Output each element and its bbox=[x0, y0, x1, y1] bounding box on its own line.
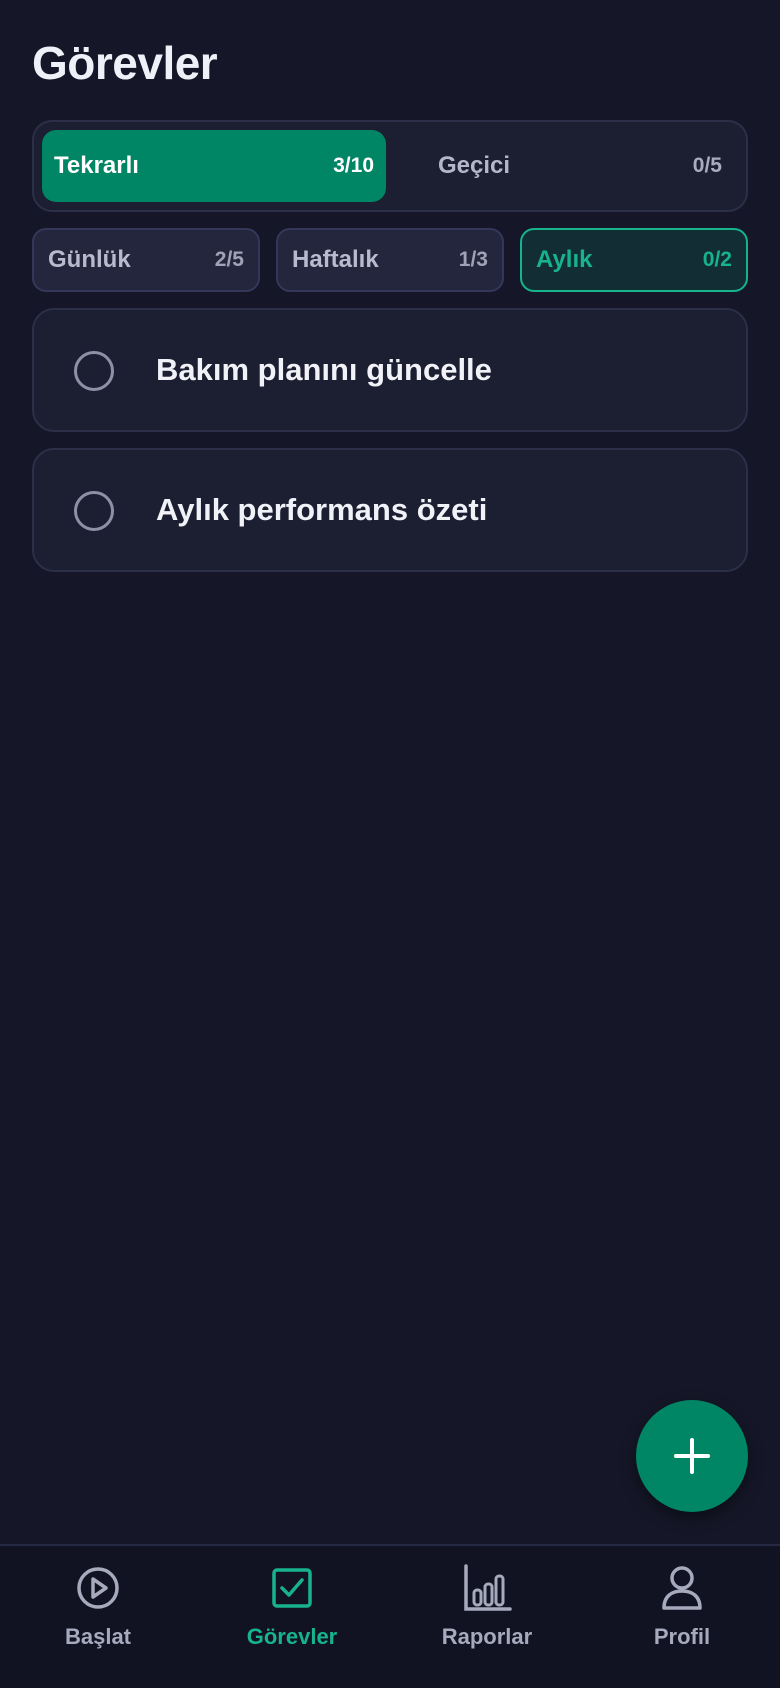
filter-daily-label: Günlük bbox=[48, 246, 131, 273]
bottom-navigation: Başlat Görevler Raporlar Profil bbox=[0, 1544, 780, 1688]
plus-icon bbox=[674, 1438, 710, 1474]
task-card[interactable]: Bakım planını güncelle bbox=[32, 308, 748, 432]
tab-recurring[interactable]: Tekrarlı 3/10 bbox=[42, 130, 386, 202]
play-circle-icon bbox=[77, 1567, 119, 1609]
tasks-screen: Görevler Tekrarlı 3/10 Geçici 0/5 Günlük… bbox=[0, 0, 780, 1688]
bar-chart-icon bbox=[464, 1564, 512, 1611]
checkbox-icon bbox=[272, 1568, 312, 1608]
nav-item-profile-label: Profil bbox=[653, 1624, 711, 1649]
filter-weekly-label: Haftalık bbox=[292, 246, 379, 273]
filter-monthly-label: Aylık bbox=[536, 246, 593, 273]
filter-monthly[interactable]: Aylık 0/2 bbox=[520, 228, 748, 292]
tab-temporary-label: Geçici bbox=[438, 152, 511, 179]
person-icon bbox=[662, 1566, 702, 1610]
page-title: Görevler bbox=[32, 37, 218, 89]
filter-monthly-count: 0/2 bbox=[702, 248, 732, 271]
nav-item-tasks[interactable]: Görevler bbox=[212, 1562, 372, 1672]
nav-item-start-label: Başlat bbox=[64, 1624, 132, 1649]
nav-item-reports-label: Raporlar bbox=[441, 1624, 533, 1649]
nav-item-tasks-label: Görevler bbox=[246, 1624, 338, 1649]
task-type-segmented-control: Tekrarlı 3/10 Geçici 0/5 bbox=[32, 120, 748, 212]
task-title: Bakım planını güncelle bbox=[156, 352, 492, 387]
filter-weekly-count: 1/3 bbox=[458, 248, 488, 271]
add-task-button[interactable] bbox=[636, 1400, 748, 1512]
task-checkbox[interactable] bbox=[74, 491, 114, 531]
task-title: Aylık performans özeti bbox=[156, 492, 488, 527]
tab-recurring-count: 3/10 bbox=[333, 154, 374, 177]
tab-recurring-label: Tekrarlı bbox=[54, 152, 139, 179]
nav-item-profile[interactable]: Profil bbox=[602, 1562, 762, 1672]
nav-item-reports[interactable]: Raporlar bbox=[407, 1562, 567, 1672]
filter-daily[interactable]: Günlük 2/5 bbox=[32, 228, 260, 292]
task-card[interactable]: Aylık performans özeti bbox=[32, 448, 748, 572]
nav-item-start[interactable]: Başlat bbox=[18, 1562, 178, 1672]
tab-temporary[interactable]: Geçici 0/5 bbox=[398, 130, 742, 202]
tab-temporary-count: 0/5 bbox=[692, 154, 722, 177]
filter-daily-count: 2/5 bbox=[214, 248, 244, 271]
task-checkbox[interactable] bbox=[74, 351, 114, 391]
filter-weekly[interactable]: Haftalık 1/3 bbox=[276, 228, 504, 292]
